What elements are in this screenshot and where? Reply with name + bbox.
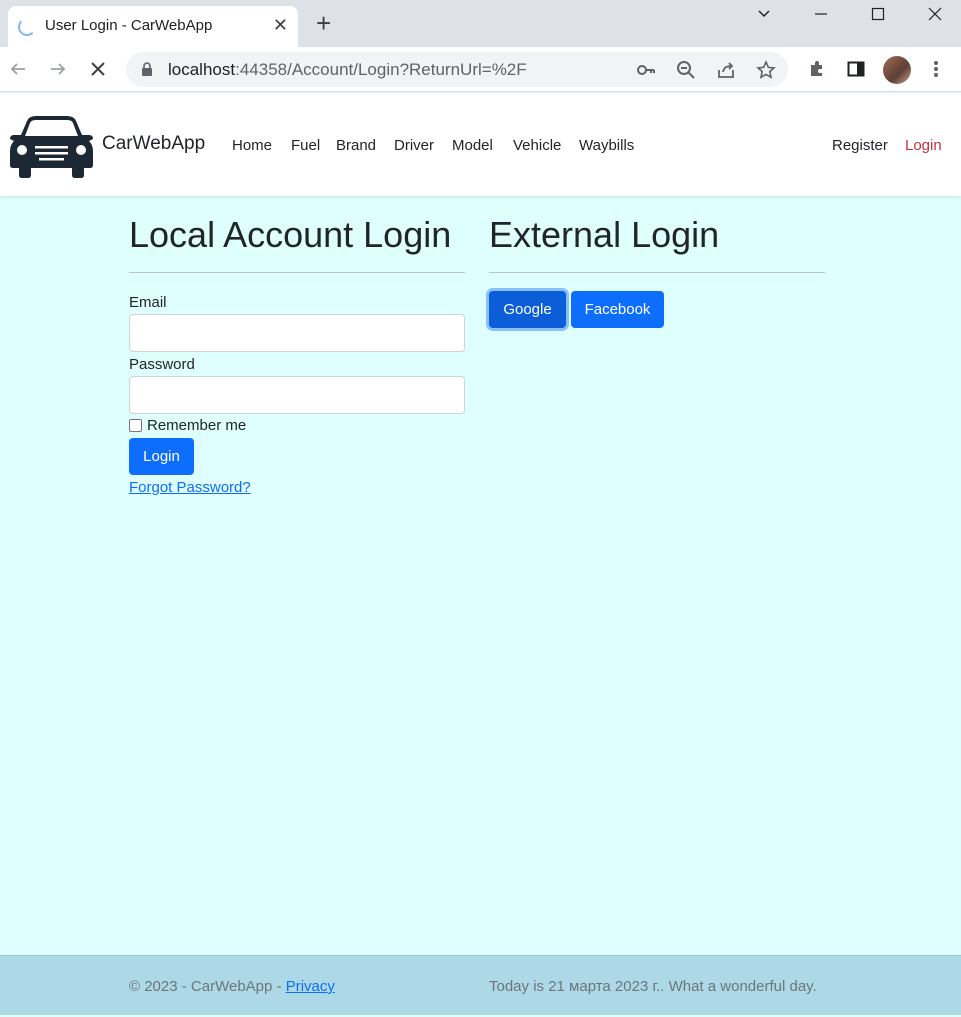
extensions-icon[interactable] (805, 57, 829, 81)
register-link[interactable]: Register (832, 137, 888, 154)
close-tab-icon[interactable]: ✕ (273, 15, 288, 36)
nav-driver[interactable]: Driver (394, 137, 434, 154)
close-window-icon[interactable] (906, 0, 961, 27)
tab-search-icon[interactable] (735, 0, 792, 27)
nav-brand[interactable]: Brand (336, 137, 376, 154)
google-login-button[interactable]: Google (489, 291, 566, 328)
password-field[interactable] (129, 376, 465, 414)
external-login-heading: External Login (489, 214, 720, 255)
nav-waybills[interactable]: Waybills (579, 137, 634, 154)
maximize-icon[interactable] (849, 0, 906, 27)
forward-icon[interactable] (46, 57, 70, 81)
nav-model[interactable]: Model (452, 137, 493, 154)
lock-icon[interactable] (141, 62, 153, 77)
facebook-login-button[interactable]: Facebook (571, 291, 664, 328)
browser-toolbar: localhost:44358/Account/Login?ReturnUrl=… (0, 47, 961, 92)
footer-date-text: Today is 21 марта 2023 г.. What a wonder… (489, 978, 817, 995)
email-label: Email (129, 294, 167, 311)
bookmark-star-icon[interactable] (754, 58, 778, 82)
external-login-divider (489, 272, 825, 273)
zoom-out-icon[interactable] (674, 58, 698, 82)
tab-title: User Login - CarWebApp (45, 17, 213, 34)
new-tab-icon[interactable]: + (316, 10, 331, 36)
car-logo-icon[interactable] (9, 115, 94, 178)
footer-copyright: © 2023 - CarWebApp - Privacy (129, 978, 335, 995)
password-label: Password (129, 356, 195, 373)
privacy-link[interactable]: Privacy (286, 978, 335, 995)
browser-tabstrip: User Login - CarWebApp ✕ + (0, 0, 961, 47)
nav-home[interactable]: Home (232, 137, 272, 154)
url-text: localhost:44358/Account/Login?ReturnUrl=… (168, 60, 527, 79)
nav-fuel[interactable]: Fuel (291, 137, 320, 154)
menu-kebab-icon[interactable] (924, 57, 948, 81)
remember-me-label[interactable]: Remember me (147, 417, 246, 434)
minimize-icon[interactable] (792, 0, 849, 27)
nav-vehicle[interactable]: Vehicle (513, 137, 561, 154)
back-icon[interactable] (6, 57, 30, 81)
key-icon[interactable] (634, 58, 658, 82)
local-login-heading: Local Account Login (129, 214, 452, 255)
login-submit-button[interactable]: Login (129, 438, 194, 475)
forgot-password-link[interactable]: Forgot Password? (129, 479, 251, 496)
login-link[interactable]: Login (905, 137, 942, 154)
profile-avatar[interactable] (883, 56, 911, 84)
browser-tab[interactable]: User Login - CarWebApp ✕ (8, 6, 298, 47)
email-field[interactable] (129, 314, 465, 352)
share-icon[interactable] (714, 58, 738, 82)
remember-me-checkbox[interactable] (129, 419, 142, 432)
page-footer: © 2023 - CarWebApp - Privacy Today is 21… (0, 955, 961, 1015)
local-login-divider (129, 272, 465, 273)
stop-loading-icon[interactable] (86, 57, 110, 81)
address-bar[interactable]: localhost:44358/Account/Login?ReturnUrl=… (126, 52, 788, 87)
app-navbar: CarWebApp Home Fuel Brand Driver Model V… (0, 93, 961, 196)
brand-link[interactable]: CarWebApp (102, 133, 205, 155)
side-panel-icon[interactable] (844, 57, 868, 81)
loading-spinner-icon (18, 18, 36, 36)
